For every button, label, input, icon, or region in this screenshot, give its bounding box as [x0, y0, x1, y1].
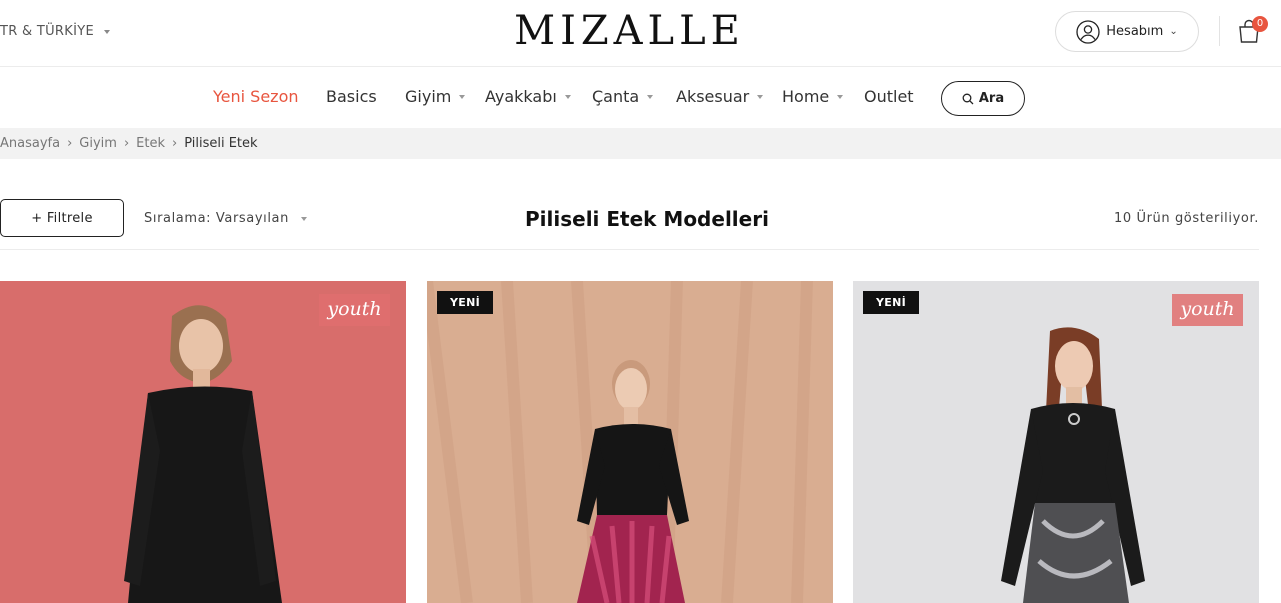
nav-item-basics[interactable]: Basics [326, 87, 377, 106]
chevron-down-icon [564, 94, 571, 99]
sort-label: Sıralama: Varsayılan [144, 211, 289, 226]
breadcrumb: Anasayfa › Giyim › Etek › Piliseli Etek [0, 128, 1281, 159]
nav-label: Yeni Sezon [213, 87, 299, 106]
sort-dropdown[interactable]: Sıralama: Varsayılan [144, 211, 307, 226]
nav-item-canta[interactable]: Çanta [592, 87, 654, 106]
product-image [427, 281, 833, 603]
user-icon [1076, 19, 1100, 44]
filter-button[interactable]: + Filtrele [0, 199, 124, 237]
account-button[interactable]: Hesabım ⌄ [1055, 11, 1199, 52]
nav-label: Home [782, 87, 830, 106]
main-navigation: Yeni Sezon Basics Giyim Ayakkabı Çanta A… [0, 68, 1281, 128]
breadcrumb-current: Piliseli Etek [184, 136, 258, 151]
chevron-down-icon [837, 94, 844, 99]
nav-label: Aksesuar [676, 87, 750, 106]
nav-label: Giyim [405, 87, 452, 106]
chevron-right-icon: › [171, 136, 178, 151]
product-image [853, 281, 1259, 603]
top-header: TR & TÜRKİYE MIZALLE Hesabım ⌄ 0 [0, 0, 1281, 67]
nav-label: Çanta [592, 87, 640, 106]
divider [0, 249, 1259, 250]
product-image [0, 281, 406, 603]
product-card[interactable]: YENİ [427, 281, 833, 603]
product-card[interactable]: youth [0, 281, 406, 603]
nav-item-ayakkabi[interactable]: Ayakkabı [485, 87, 571, 106]
nav-item-outlet[interactable]: Outlet [864, 87, 914, 106]
chevron-right-icon: › [123, 136, 130, 151]
search-label: Ara [978, 91, 1005, 106]
nav-label: Outlet [864, 87, 914, 106]
chevron-down-icon [647, 94, 654, 99]
product-card[interactable]: YENİ youth [853, 281, 1259, 603]
cart-count-badge: 0 [1252, 16, 1268, 32]
account-label: Hesabım [1106, 24, 1164, 39]
chevron-down-icon [757, 94, 764, 99]
divider [1219, 16, 1220, 46]
nav-item-aksesuar[interactable]: Aksesuar [676, 87, 764, 106]
new-badge: YENİ [437, 291, 493, 314]
page-title: Piliseli Etek Modelleri [525, 207, 769, 231]
chevron-down-icon [300, 216, 307, 221]
chevron-down-icon: ⌄ [1169, 26, 1178, 37]
nav-label: Ayakkabı [485, 87, 557, 106]
product-count: 10 Ürün gösteriliyor. [1114, 211, 1259, 226]
youth-badge: youth [319, 294, 390, 326]
nav-item-giyim[interactable]: Giyim [405, 87, 466, 106]
chevron-down-icon [459, 94, 466, 99]
nav-item-home[interactable]: Home [782, 87, 844, 106]
breadcrumb-link[interactable]: Giyim [79, 136, 117, 151]
new-badge: YENİ [863, 291, 919, 314]
search-button[interactable]: Ara [941, 81, 1025, 116]
nav-label: Basics [326, 87, 377, 106]
breadcrumb-link[interactable]: Etek [136, 136, 165, 151]
search-icon [962, 93, 974, 104]
chevron-right-icon: › [67, 136, 73, 151]
youth-badge: youth [1172, 294, 1243, 326]
nav-item-yeni-sezon[interactable]: Yeni Sezon [213, 87, 299, 106]
breadcrumb-link[interactable]: Anasayfa [0, 136, 60, 151]
